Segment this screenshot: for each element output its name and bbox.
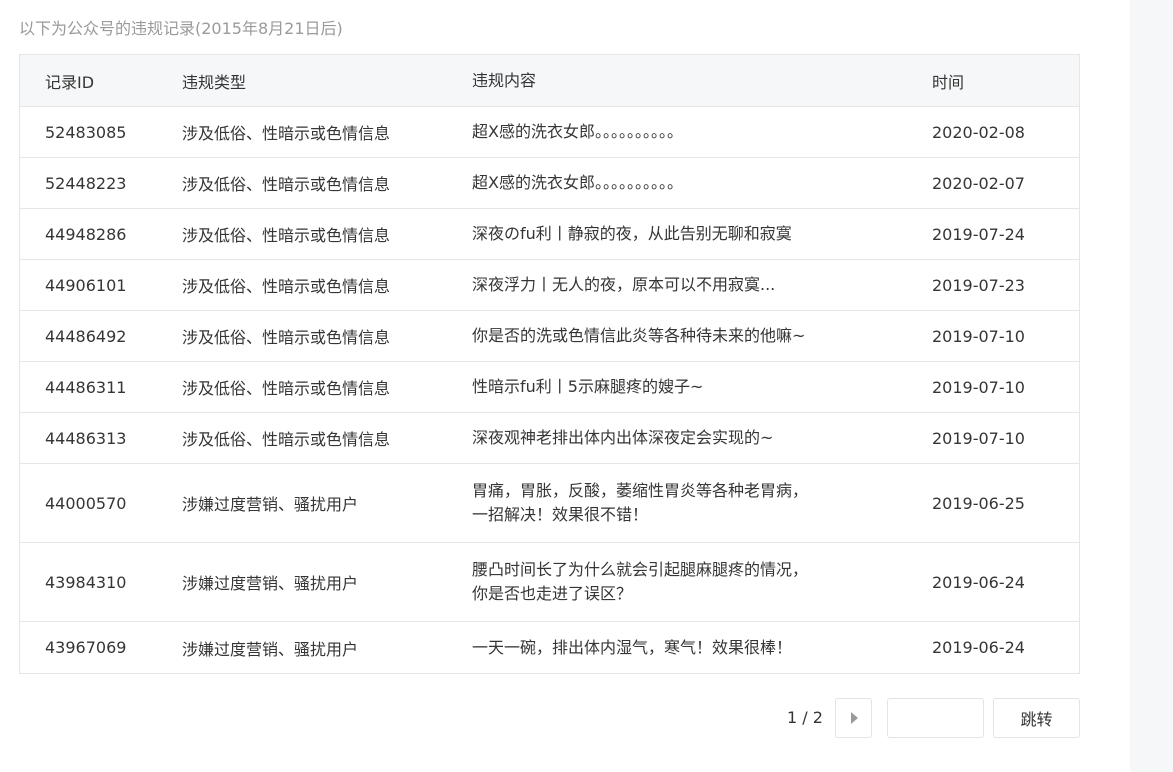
record-id-cell: 44486492 xyxy=(45,326,127,346)
time-cell: 2019-06-24 xyxy=(932,638,1025,657)
violation-content-cell: 超X感的洗衣女郎。。。。。。。。。。 xyxy=(472,158,892,208)
content-line: 腰凸时间长了为什么就会引起腿麻腿疼的情况， xyxy=(472,560,809,579)
table-row: 43984310 涉嫌过度营销、骚扰用户 腰凸时间长了为什么就会引起腿麻腿疼的情况，… xyxy=(20,543,1079,622)
time-cell: 2020-02-07 xyxy=(932,173,1025,193)
violation-content-text: 深夜のfu利丨静寂的夜，从此告别无聊和寂寞 xyxy=(472,222,792,246)
violation-content-cell: 腰凸时间长了为什么就会引起腿麻腿疼的情况， 你是否也走进了误区？ xyxy=(472,543,892,621)
violation-content-cell: 胃痛，胃胀，反酸，萎缩性胃炎等各种老胃病， 一招解决！效果很不错！ xyxy=(472,464,892,542)
violation-content-text: 一天一碗，排出体内湿气，寒气！效果很棒！ xyxy=(472,636,792,660)
time-cell: 2019-07-10 xyxy=(932,326,1025,346)
record-id-cell: 44948286 xyxy=(45,224,127,244)
table-row: 44906101 涉及低俗、性暗示或色情信息 深夜浮力丨无人的夜，原本可以不用寂寞.… xyxy=(20,260,1079,311)
header-record-id: 记录ID xyxy=(45,72,95,92)
violation-type-cell: 涉嫌过度营销、骚扰用户 xyxy=(182,639,359,659)
record-id-cell: 44486313 xyxy=(45,428,127,448)
violation-type-cell: 涉及低俗、性暗示或色情信息 xyxy=(182,226,391,245)
jump-button[interactable]: 跳转 xyxy=(993,698,1080,738)
header-violation-type: 违规类型 xyxy=(182,72,247,92)
violation-type-cell: 涉及低俗、性暗示或色情信息 xyxy=(182,379,391,398)
violation-type-cell: 涉嫌过度营销、骚扰用户 xyxy=(182,495,359,514)
violation-content-text: 性暗示fu利丨5示麻腿疼的嫂子~ xyxy=(472,375,703,399)
time-cell: 2019-07-10 xyxy=(932,428,1025,448)
content-line: 深夜のfu利丨静寂的夜，从此告别无聊和寂寞 xyxy=(472,224,792,243)
table-row: 44486311 涉及低俗、性暗示或色情信息 性暗示fu利丨5示麻腿疼的嫂子~ 201… xyxy=(20,362,1079,413)
table-row: 44948286 涉及低俗、性暗示或色情信息 深夜のfu利丨静寂的夜，从此告别无聊和… xyxy=(20,209,1079,260)
content-line: 超X感的洗衣女郎。。。。。。。。。。 xyxy=(472,173,683,192)
time-cell: 2019-06-25 xyxy=(932,493,1025,513)
content-line: 深夜观神老排出体内出体深夜定会实现的~ xyxy=(472,428,774,447)
record-id-cell: 43984310 xyxy=(45,572,127,592)
time-cell: 2019-07-24 xyxy=(932,224,1025,244)
violation-content-text: 深夜观神老排出体内出体深夜定会实现的~ xyxy=(472,426,773,450)
time-cell: 2019-07-10 xyxy=(932,377,1025,397)
record-id-cell: 43967069 xyxy=(45,638,127,657)
content-line: 超X感的洗衣女郎。。。。。。。。。。 xyxy=(472,122,683,141)
violation-content-cell: 一天一碗，排出体内湿气，寒气！效果很棒！ xyxy=(472,622,892,673)
violation-content-text: 深夜浮力丨无人的夜，原本可以不用寂寞... xyxy=(472,273,775,297)
table-row: 52448223 涉及低俗、性暗示或色情信息 超X感的洗衣女郎。。。。。。。。。。 2… xyxy=(20,158,1079,209)
violation-type-cell: 涉及低俗、性暗示或色情信息 xyxy=(182,430,391,449)
table-header-row: 记录ID 违规类型 违规内容 时间 xyxy=(20,55,1079,107)
content-line: 一天一碗，排出体内湿气，寒气！效果很棒！ xyxy=(472,637,793,657)
time-cell: 2019-06-24 xyxy=(932,572,1025,592)
time-cell: 2020-02-08 xyxy=(932,122,1025,142)
violation-content-cell: 超X感的洗衣女郎。。。。。。。。。。 xyxy=(472,107,892,157)
record-id-cell: 44000570 xyxy=(45,493,127,513)
violation-table: 记录ID 违规类型 违规内容 时间 52483085 涉及低俗、性暗示或色情信息超… xyxy=(19,54,1080,674)
table-row: 44000570 涉嫌过度营销、骚扰用户 胃痛，胃胀，反酸，萎缩性胃炎等各种老胃病，… xyxy=(20,464,1079,543)
header-violation-content: 违规内容 xyxy=(472,70,537,90)
time-cell: 2019-07-23 xyxy=(932,275,1025,295)
violation-content-cell: 深夜观神老排出体内出体深夜定会实现的~ xyxy=(472,413,892,463)
table-row: 44486492 涉及低俗、性暗示或色情信息 你是否的洗或色情信此炎等各种待未来的他… xyxy=(20,311,1079,362)
violation-content-text: 你是否的洗或色情信此炎等各种待未来的他嘛~ xyxy=(472,324,805,348)
jump-page-input[interactable] xyxy=(887,698,984,738)
content-line: 胃痛，胃胀，反酸，萎缩性胃炎等各种老胃病， xyxy=(472,481,809,500)
content-line: 你是否的洗或色情信此炎等各种待未来的他嘛~ xyxy=(472,326,806,345)
violation-type-cell: 涉嫌过度营销、骚扰用户 xyxy=(182,574,359,593)
record-id-cell: 52483085 xyxy=(45,122,127,142)
violation-content-cell: 深夜のfu利丨静寂的夜，从此告别无聊和寂寞 xyxy=(472,209,892,259)
violation-content-text: 胃痛，胃胀，反酸，萎缩性胃炎等各种老胃病， 一招解决！效果很不错！ xyxy=(472,479,808,527)
table-row: 52483085 涉及低俗、性暗示或色情信息 超X感的洗衣女郎。。。。。。。。。。 2… xyxy=(20,107,1079,158)
page: 以下为公众号的违规记录(2015年8月21日后) 记录ID 违规类型 违规内容 … xyxy=(0,0,1173,772)
violation-content-text: 腰凸时间长了为什么就会引起腿麻腿疼的情况， 你是否也走进了误区？ xyxy=(472,558,808,606)
intro-text: 以下为公众号的违规记录(2015年8月21日后) xyxy=(19,19,343,38)
content-line: 性暗示fu利丨5示麻腿疼的嫂子~ xyxy=(472,377,704,396)
violation-content-cell: 你是否的洗或色情信此炎等各种待未来的他嘛~ xyxy=(472,311,892,361)
content-line: 你是否也走进了误区？ xyxy=(472,584,633,603)
right-side-panel xyxy=(1130,0,1173,772)
violation-content-cell: 深夜浮力丨无人的夜，原本可以不用寂寞... xyxy=(472,260,892,310)
content-line: 深夜浮力丨无人的夜，原本可以不用寂寞... xyxy=(472,275,776,294)
main-content: 以下为公众号的违规记录(2015年8月21日后) 记录ID 违规类型 违规内容 … xyxy=(0,0,1130,772)
record-id-cell: 52448223 xyxy=(45,173,127,193)
record-id-cell: 44906101 xyxy=(45,275,127,295)
table-row: 44486313 涉及低俗、性暗示或色情信息 深夜观神老排出体内出体深夜定会实现的~… xyxy=(20,413,1079,464)
violation-type-cell: 涉及低俗、性暗示或色情信息 xyxy=(182,328,391,347)
violation-content-text: 超X感的洗衣女郎。。。。。。。。。。 xyxy=(472,120,683,144)
triangle-right-icon xyxy=(851,712,858,724)
header-time: 时间 xyxy=(932,72,965,92)
violation-type-cell: 涉及低俗、性暗示或色情信息 xyxy=(182,124,391,143)
record-id-cell: 44486311 xyxy=(45,377,127,397)
next-page-button[interactable] xyxy=(835,698,872,738)
violation-content-cell: 性暗示fu利丨5示麻腿疼的嫂子~ xyxy=(472,362,892,412)
violation-content-text: 超X感的洗衣女郎。。。。。。。。。。 xyxy=(472,171,683,195)
page-indicator: 1 / 2 xyxy=(787,708,823,727)
table-row: 43967069 涉嫌过度营销、骚扰用户 一天一碗，排出体内湿气，寒气！效果很棒！ 2… xyxy=(20,622,1079,673)
violation-type-cell: 涉及低俗、性暗示或色情信息 xyxy=(182,277,391,296)
violation-type-cell: 涉及低俗、性暗示或色情信息 xyxy=(182,175,391,194)
content-line: 一招解决！效果很不错！ xyxy=(472,505,649,524)
